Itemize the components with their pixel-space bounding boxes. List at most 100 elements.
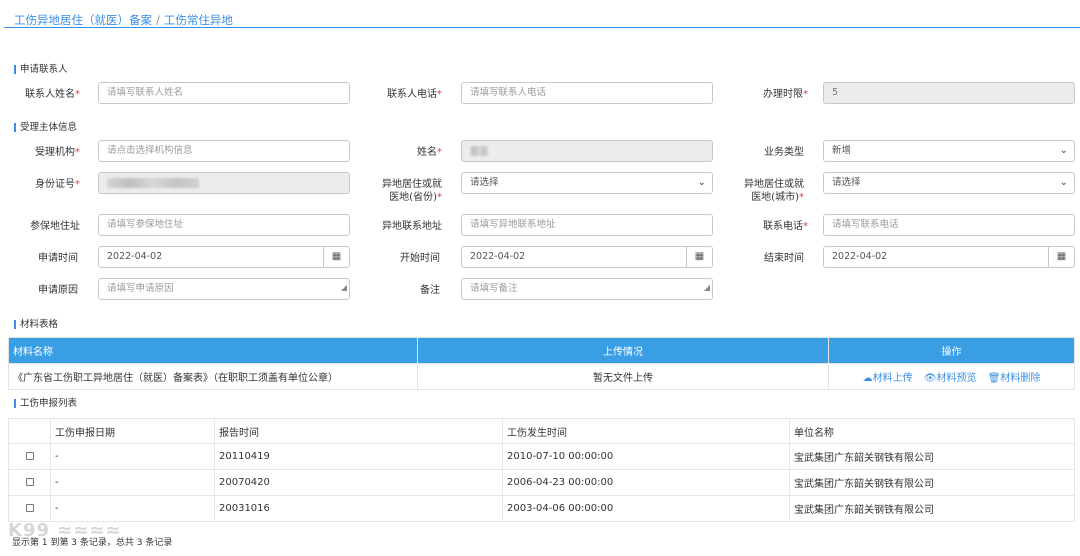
province-label: 异地居住或就 医地(省份)* <box>382 179 442 203</box>
calendar-icon[interactable]: ▦ <box>1048 247 1074 267</box>
phone-input[interactable]: 请填写联系电话 <box>823 214 1075 236</box>
injury-unit: 宝武集团广东韶关钢铁有限公司 <box>789 495 1075 522</box>
material-name: 《广东省工伤职工异地居住（就医）备案表》（在职职工须盖有单位公章） <box>8 363 418 390</box>
injury-unit: 宝武集团广东韶关钢铁有限公司 <box>789 443 1075 470</box>
section-title-contact: 申请联系人 <box>14 64 68 75</box>
injury-col-report: 报告时间 <box>214 418 503 444</box>
reason-textarea[interactable]: 请填写申请原因 ◢ <box>98 278 350 300</box>
end-time-label: 结束时间 <box>764 253 804 264</box>
biz-type-label: 业务类型 <box>764 147 804 158</box>
material-actions: ☁材料上传 👁材料预览 🗑材料删除 <box>828 363 1075 390</box>
row-checkbox-cell <box>8 495 51 522</box>
injury-col-unit: 单位名称 <box>789 418 1075 444</box>
province-select[interactable]: 请选择 ⌄ <box>461 172 713 194</box>
table-row: - 20070420 2006-04-23 00:00:00 宝武集团广东韶关钢… <box>8 469 1075 496</box>
deadline-label: 办理时限* <box>763 89 808 100</box>
city-select[interactable]: 请选择 ⌄ <box>823 172 1075 194</box>
chevron-down-icon: ⌄ <box>1059 177 1068 188</box>
deadline-field: 5 <box>823 82 1075 104</box>
table-row: - 20110419 2010-07-10 00:00:00 宝武集团广东韶关钢… <box>8 443 1075 470</box>
start-time-input[interactable]: 2022-04-02 ▦ <box>461 246 713 268</box>
id-label: 身份证号* <box>35 179 80 190</box>
materials-col-status: 上传情况 <box>417 337 829 364</box>
injury-occur: 2003-04-06 00:00:00 <box>502 495 790 522</box>
injury-occur: 2010-07-10 00:00:00 <box>502 443 790 470</box>
breadcrumb: 工伤异地居住（就医）备案 / 工伤常住异地 <box>14 12 233 28</box>
injury-header-row: 工伤申报日期 报告时间 工伤发生时间 单位名称 <box>8 418 1075 444</box>
resize-handle-icon[interactable]: ◢ <box>704 279 710 298</box>
injury-date: - <box>50 443 215 470</box>
section-title-materials: 材料表格 <box>14 319 58 330</box>
row-checkbox[interactable] <box>25 452 34 460</box>
remark-textarea[interactable]: 请填写备注 ◢ <box>461 278 713 300</box>
biz-type-select[interactable]: 新增 ⌄ <box>823 140 1075 162</box>
resize-handle-icon[interactable]: ◢ <box>341 279 347 298</box>
materials-col-name: 材料名称 <box>8 337 418 364</box>
contact-name-input[interactable]: 请填写联系人姓名 <box>98 82 350 104</box>
materials-table: 材料名称 上传情况 操作 《广东省工伤职工异地居住（就医）备案表》（在职职工须盖… <box>8 337 1075 390</box>
injury-occur: 2006-04-23 00:00:00 <box>502 469 790 496</box>
chevron-down-icon: ⌄ <box>1059 145 1068 156</box>
name-field <box>461 140 713 162</box>
upload-icon: ☁ <box>862 373 873 384</box>
injury-col-date: 工伤申报日期 <box>50 418 215 444</box>
name-label: 姓名* <box>417 147 442 158</box>
trash-icon: 🗑 <box>987 373 1001 384</box>
province-value: 请选择 <box>470 177 499 188</box>
biz-type-value: 新增 <box>832 145 852 156</box>
injury-date: - <box>50 495 215 522</box>
start-time-value: 2022-04-02 <box>470 251 526 262</box>
start-time-label: 开始时间 <box>400 253 440 264</box>
materials-col-action: 操作 <box>828 337 1075 364</box>
apply-time-label: 申请时间 <box>38 253 78 264</box>
agency-label: 受理机构* <box>35 147 80 158</box>
breadcrumb-divider <box>4 27 1080 28</box>
contact-name-label: 联系人姓名* <box>25 89 80 100</box>
material-upload-link[interactable]: ☁材料上传 <box>863 373 913 384</box>
apply-time-value: 2022-04-02 <box>107 251 163 262</box>
chevron-down-icon: ⌄ <box>697 177 706 188</box>
apply-time-input[interactable]: 2022-04-02 ▦ <box>98 246 350 268</box>
eye-icon: 👁 <box>923 373 937 384</box>
remark-label: 备注 <box>420 285 440 296</box>
injury-report: 20110419 <box>214 443 503 470</box>
reason-label: 申请原因 <box>38 285 78 296</box>
row-checkbox[interactable] <box>25 478 34 486</box>
table-row: 《广东省工伤职工异地居住（就医）备案表》（在职职工须盖有单位公章） 暂无文件上传… <box>8 363 1075 390</box>
row-checkbox[interactable] <box>25 504 34 512</box>
material-status: 暂无文件上传 <box>417 363 829 390</box>
insured-addr-input[interactable]: 请填写参保地住址 <box>98 214 350 236</box>
injury-col-select <box>8 418 51 444</box>
injury-date: - <box>50 469 215 496</box>
material-preview-link[interactable]: 👁材料预览 <box>924 373 977 384</box>
city-value: 请选择 <box>832 177 861 188</box>
table-row: - 20031016 2003-04-06 00:00:00 宝武集团广东韶关钢… <box>8 495 1075 522</box>
breadcrumb-separator: / <box>156 13 160 27</box>
breadcrumb-item-filing[interactable]: 工伤异地居住（就医）备案 <box>14 13 152 27</box>
calendar-icon[interactable]: ▦ <box>323 247 349 267</box>
breadcrumb-item-current[interactable]: 工伤常住异地 <box>164 13 233 27</box>
agency-input[interactable]: 请点击选择机构信息 <box>98 140 350 162</box>
row-checkbox-cell <box>8 469 51 496</box>
injury-report: 20031016 <box>214 495 503 522</box>
end-time-value: 2022-04-02 <box>832 251 888 262</box>
calendar-icon[interactable]: ▦ <box>686 247 712 267</box>
section-title-injury: 工伤申报列表 <box>14 398 77 409</box>
pagination-info: 显示第 1 到第 3 条记录，总共 3 条记录 <box>12 538 173 548</box>
materials-header-row: 材料名称 上传情况 操作 <box>8 337 1075 364</box>
id-field <box>98 172 350 194</box>
remote-addr-input[interactable]: 请填写异地联系地址 <box>461 214 713 236</box>
contact-phone-input[interactable]: 请填写联系人电话 <box>461 82 713 104</box>
injury-table: 工伤申报日期 报告时间 工伤发生时间 单位名称 - 20110419 2010-… <box>8 418 1075 522</box>
section-title-subject: 受理主体信息 <box>14 122 77 133</box>
injury-col-occur: 工伤发生时间 <box>502 418 790 444</box>
insured-addr-label: 参保地住址 <box>30 221 80 232</box>
contact-phone-label: 联系人电话* <box>387 89 442 100</box>
injury-report: 20070420 <box>214 469 503 496</box>
city-label: 异地居住或就 医地(城市)* <box>744 179 804 203</box>
end-time-input[interactable]: 2022-04-02 ▦ <box>823 246 1075 268</box>
row-checkbox-cell <box>8 443 51 470</box>
remote-addr-label: 异地联系地址 <box>382 221 442 232</box>
injury-unit: 宝武集团广东韶关钢铁有限公司 <box>789 469 1075 496</box>
material-delete-link[interactable]: 🗑材料删除 <box>988 373 1041 384</box>
